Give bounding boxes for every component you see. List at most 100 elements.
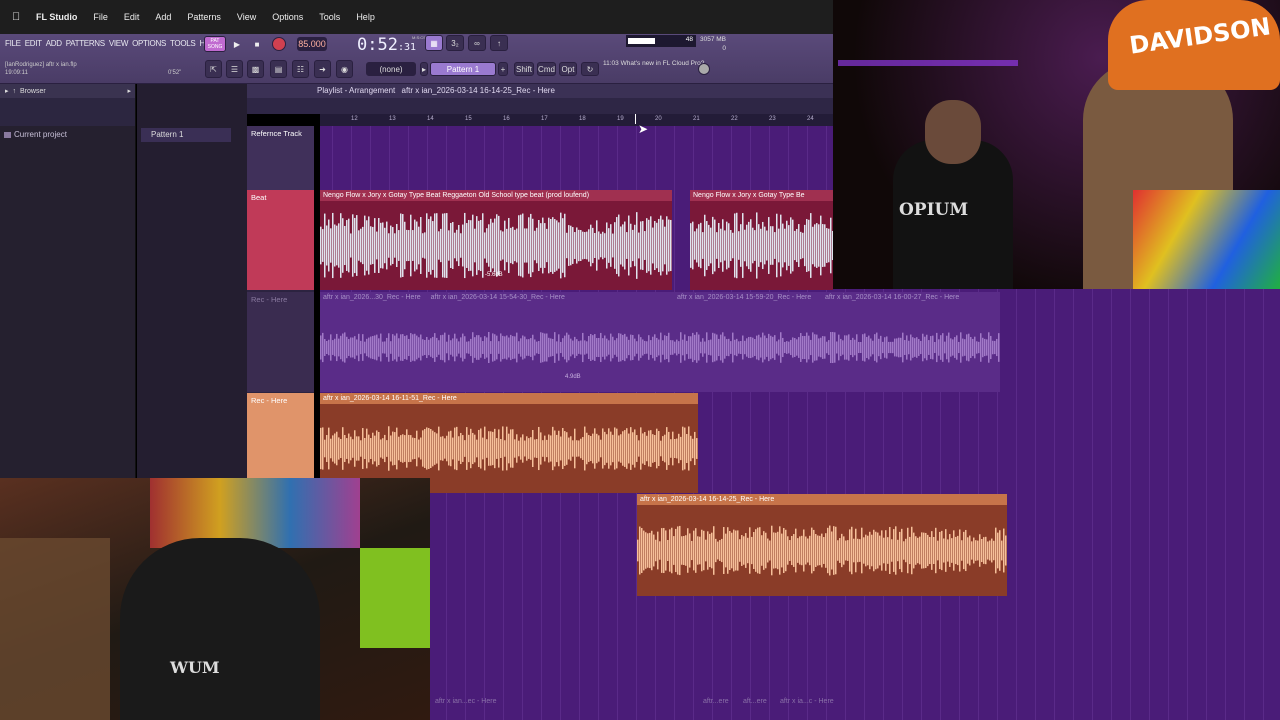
waveform-bar	[807, 538, 809, 563]
waveform-bar	[652, 336, 654, 359]
green-chair	[360, 548, 430, 648]
globe-icon[interactable]	[698, 63, 710, 75]
arrow-icon[interactable]: ▸	[5, 87, 9, 95]
playlist-icon[interactable]: ☰	[226, 60, 243, 78]
waveform-bar	[536, 227, 538, 264]
waveform-bar	[348, 339, 350, 356]
time-display[interactable]: 0:52:31	[357, 35, 416, 55]
stop-icon[interactable]: ■	[250, 36, 264, 52]
pattern-mode-icon[interactable]: ▦	[425, 35, 443, 51]
playlist-header: Playlist - Arrangement aftr x ian_2026-0…	[247, 84, 833, 98]
apple-icon[interactable]: 	[12, 10, 26, 24]
menu-options[interactable]: Options	[272, 12, 303, 22]
menu-file[interactable]: File	[93, 12, 108, 22]
waveform-bar	[727, 527, 729, 574]
waveform-bar	[936, 332, 938, 363]
waveform-bar	[1003, 528, 1005, 573]
clip-bottom-1[interactable]: aftr x ian...ec - Here	[435, 698, 496, 705]
pat-song-toggle[interactable]: PAT SONG	[204, 36, 226, 52]
waveform-bar	[903, 541, 905, 560]
menu-add[interactable]: Add	[155, 12, 171, 22]
playhead[interactable]	[635, 114, 636, 124]
waveform-bar	[682, 426, 684, 471]
waveform-bar	[552, 217, 554, 274]
snap-select[interactable]: (none)	[366, 62, 416, 76]
step-edit-icon[interactable]: 3₂	[446, 35, 464, 51]
fl-menu-patterns[interactable]: PATTERNS	[66, 39, 105, 48]
waveform-bar	[582, 437, 584, 460]
waveform-bar	[518, 215, 520, 276]
menu-view[interactable]: View	[237, 12, 256, 22]
waveform-bar	[352, 214, 354, 277]
picker-pattern-item[interactable]: Pattern 1	[141, 128, 231, 142]
waveform-bar	[813, 529, 815, 572]
menu-help[interactable]: Help	[356, 12, 375, 22]
browser-item-current-project[interactable]: Current project	[0, 126, 135, 139]
track-header-rec-faded[interactable]: Rec - Here	[247, 292, 314, 392]
piano-roll-icon[interactable]: ☷	[292, 60, 309, 78]
timeline-ruler[interactable]: 12 13 14 15 16 17 18 19 20 21 22 23 24	[320, 114, 833, 126]
waveform-bar	[452, 338, 454, 357]
fl-menu-view[interactable]: VIEW	[109, 39, 129, 48]
waveform-bar	[692, 221, 694, 270]
waveform-bar	[446, 213, 448, 278]
mixer-icon[interactable]: ▩	[247, 60, 264, 78]
clip-bottom-3[interactable]: aft...ere	[743, 698, 767, 705]
waveform-bar	[436, 337, 438, 358]
clip-beat-1[interactable]: Nengo Flow x Jory x Gotay Type Beat Regg…	[320, 190, 672, 290]
news-panel[interactable]: 11:03 What's new in FL Cloud Pro?	[603, 59, 704, 68]
next-icon[interactable]: ▸	[127, 87, 131, 95]
waveform-bar	[690, 336, 692, 359]
fl-menu-add[interactable]: ADD	[46, 39, 62, 48]
waveform-bar	[412, 230, 414, 261]
news-icon[interactable]: ↻	[581, 62, 599, 76]
waveform-bar	[630, 334, 632, 361]
clip-bottom-2[interactable]: aftr...ere	[703, 698, 729, 705]
waveform-bar	[434, 333, 436, 362]
track-header-reference[interactable]: Refernce Track	[247, 126, 314, 190]
key-shift[interactable]: Shift	[514, 62, 534, 76]
waveform-bar	[584, 340, 586, 355]
play-icon[interactable]: ▶	[230, 36, 244, 52]
waveform-bar	[883, 537, 885, 564]
file-user: [IanRodriguez]	[5, 62, 45, 68]
key-opt[interactable]: Opt	[559, 62, 577, 76]
track-header-beat[interactable]: Beat	[247, 190, 314, 290]
track-header-rec[interactable]: Rec - Here	[247, 393, 314, 479]
metronome-icon[interactable]: ↑	[490, 35, 508, 51]
waveform-bar	[692, 332, 694, 363]
key-cmd[interactable]: Cmd	[537, 62, 556, 76]
pattern-prev-icon[interactable]: ▸	[420, 62, 428, 76]
clip-bottom-4[interactable]: aftr x ia...c - Here	[780, 698, 834, 705]
waveform-bar	[719, 540, 721, 561]
tool-select-icon[interactable]: ⇱	[205, 60, 222, 78]
waveform-bar	[624, 333, 626, 362]
menu-tools[interactable]: Tools	[319, 12, 340, 22]
pattern-select[interactable]: Pattern 1	[430, 62, 496, 76]
tempo-display[interactable]: 85.000	[297, 37, 327, 51]
clip-rec-2[interactable]: aftr x ian_2026-03-14 16-14-25_Rec - Her…	[637, 494, 1007, 596]
fl-menu-edit[interactable]: EDIT	[25, 39, 42, 48]
fl-menu-file[interactable]: FILE	[5, 39, 21, 48]
menu-edit[interactable]: Edit	[124, 12, 140, 22]
arrow-icon[interactable]: ➜	[314, 60, 331, 78]
mic-icon[interactable]: ◉	[336, 60, 353, 78]
record-icon[interactable]	[272, 37, 286, 51]
waveform-bar	[1005, 535, 1007, 566]
picker-panel: Pattern 1	[137, 84, 247, 480]
menu-patterns[interactable]: Patterns	[187, 12, 221, 22]
waveform-bar	[634, 338, 636, 357]
fl-menu-options[interactable]: OPTIONS	[132, 39, 166, 48]
fl-menu-tools[interactable]: TOOLS	[170, 39, 196, 48]
waveform-bar	[322, 229, 324, 262]
blend-icon[interactable]: ∞	[468, 35, 486, 51]
channel-rack-icon[interactable]: ▤	[270, 60, 287, 78]
app-name[interactable]: FL Studio	[36, 12, 77, 22]
pattern-add-icon[interactable]: +	[498, 62, 508, 76]
clip-ghost-row[interactable]: aftr x ian_2026...30_Rec - Here aftr x i…	[320, 292, 1000, 392]
pin-icon[interactable]: ↑	[13, 88, 17, 95]
waveform-bar	[630, 427, 632, 470]
clip-beat-2[interactable]: Nengo Flow x Jory x Gotay Type Be	[690, 190, 833, 290]
waveform-bar	[486, 337, 488, 358]
waveform-bar	[659, 541, 661, 560]
